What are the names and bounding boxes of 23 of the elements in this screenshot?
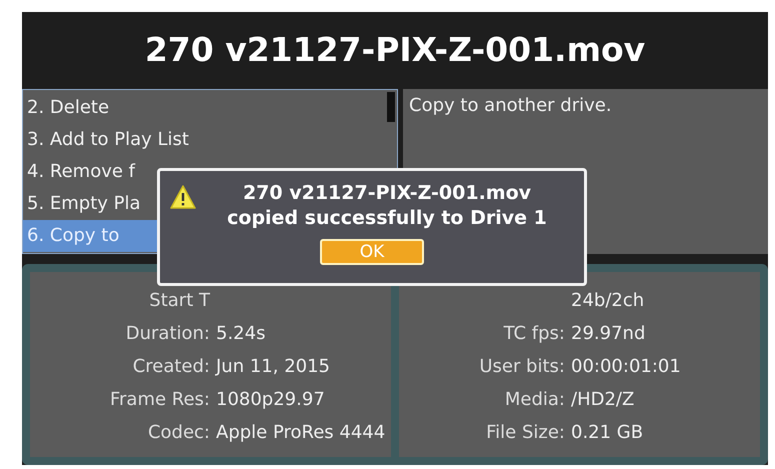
info-label: Duration:: [124, 322, 211, 346]
info-value: Jun 11, 2015: [216, 355, 332, 379]
menu-item[interactable]: 2. Delete: [23, 92, 383, 124]
clip-title: 270 v21127-PIX-Z-001.mov: [144, 29, 646, 71]
info-value: /HD2/Z: [571, 388, 636, 412]
info-value: 0.21 GB: [571, 421, 644, 445]
info-label: Created:: [132, 355, 211, 379]
scrollbar-thumb[interactable]: [387, 92, 395, 122]
info-label: Media:: [504, 388, 566, 412]
info-label: Start T: [148, 289, 211, 313]
info-value: 5.24s: [216, 322, 266, 346]
info-value: 29.97nd: [571, 322, 646, 346]
warning-icon: [170, 185, 196, 209]
menu-item[interactable]: 3. Add to Play List: [23, 124, 383, 156]
info-label: File Size:: [485, 421, 566, 445]
info-label: User bits:: [478, 355, 566, 379]
info-value: 1080p29.97: [216, 388, 326, 412]
info-label: Frame Res:: [108, 388, 211, 412]
info-value: 00:00:01:01: [571, 355, 682, 379]
info-value: 24b/2ch: [571, 289, 646, 313]
info-label: Codec:: [146, 421, 211, 445]
info-label: TC fps:: [502, 322, 566, 346]
info-value: Apple ProRes 4444: [216, 421, 386, 445]
